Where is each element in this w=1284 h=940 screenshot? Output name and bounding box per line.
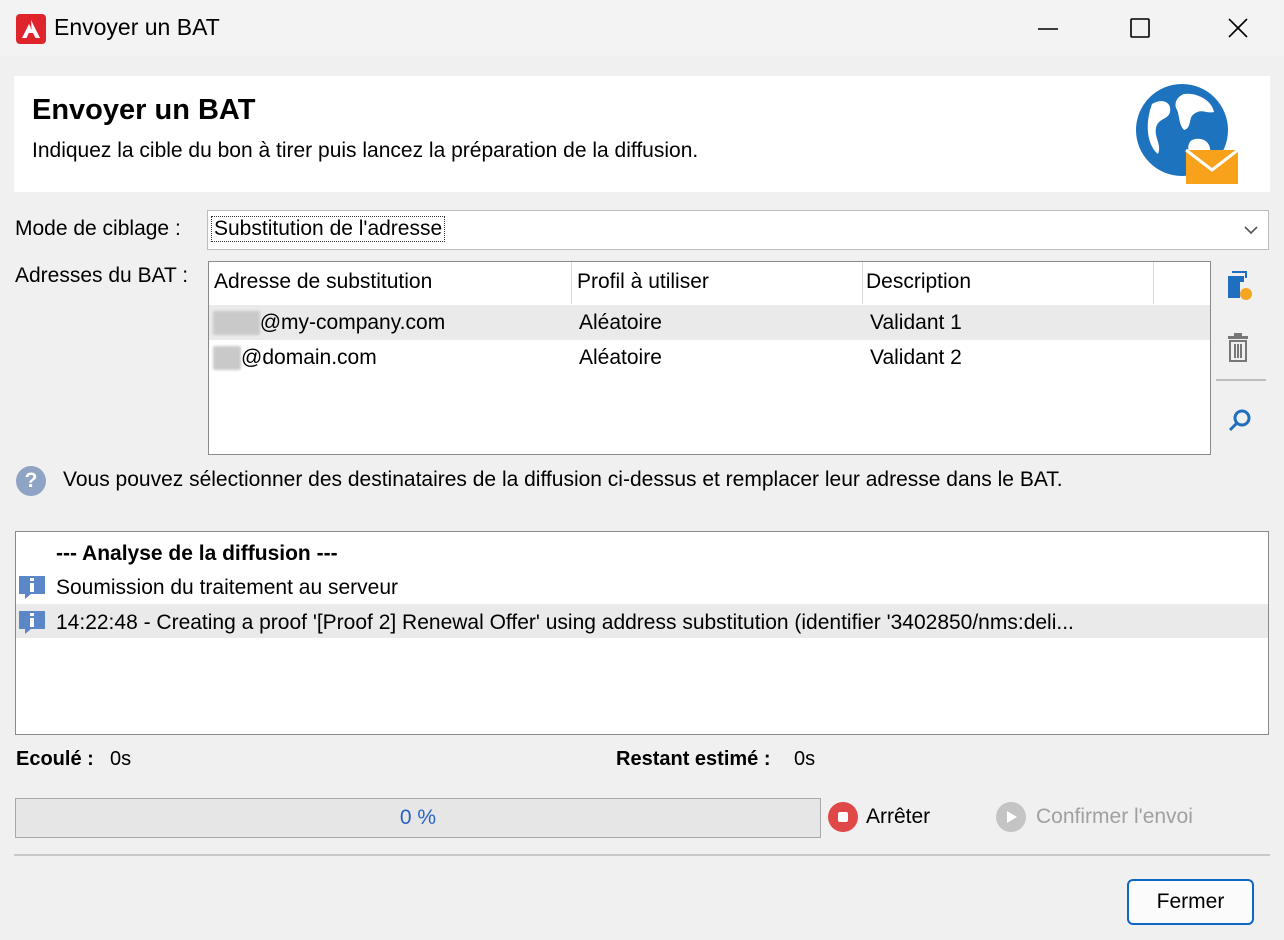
table-cell-address[interactable]: joe@domain.com — [213, 346, 377, 370]
column-header-description[interactable]: Description — [866, 270, 971, 294]
address-domain: @my-company.com — [259, 311, 446, 334]
add-recipient-icon[interactable] — [1222, 268, 1258, 304]
window-title: Envoyer un BAT — [54, 14, 220, 40]
dialog-subtitle: Indiquez la cible du bon à tirer puis la… — [32, 139, 699, 162]
close-button[interactable]: Fermer — [1127, 879, 1254, 925]
toolbar-divider — [1216, 379, 1266, 381]
table-cell-profile[interactable]: Aléatoire — [579, 311, 662, 335]
table-cell-profile[interactable]: Aléatoire — [579, 346, 662, 370]
chevron-down-icon[interactable] — [1238, 218, 1264, 242]
confirm-send-label: Confirmer l'envoi — [1036, 805, 1193, 828]
log-line: Soumission du traitement au serveur — [56, 576, 398, 599]
footer-divider — [14, 854, 1270, 856]
progress-text: 0 % — [399, 806, 437, 829]
play-icon — [996, 802, 1026, 832]
minimize-button[interactable] — [1020, 10, 1076, 46]
table-cell-address[interactable]: anna@my-company.com — [213, 311, 445, 335]
table-cell-description[interactable]: Validant 2 — [870, 346, 962, 370]
table-cell-description[interactable]: Validant 1 — [870, 311, 962, 335]
column-divider[interactable] — [862, 262, 863, 304]
address-domain: @domain.com — [241, 346, 377, 369]
elapsed-label: Ecoulé : — [16, 748, 94, 770]
remaining-label: Restant estimé : — [616, 748, 771, 770]
close-window-button[interactable] — [1210, 10, 1266, 46]
column-divider[interactable] — [1153, 262, 1154, 304]
proof-addresses-label: Adresses du BAT : — [15, 264, 189, 287]
stop-button-label: Arrêter — [866, 805, 931, 828]
stop-icon — [828, 802, 858, 832]
help-icon: ? — [16, 466, 46, 496]
stop-button[interactable]: Arrêter — [828, 802, 930, 832]
info-icon — [17, 609, 47, 635]
confirm-send-button[interactable]: Confirmer l'envoi — [996, 802, 1193, 832]
maximize-button[interactable] — [1112, 10, 1168, 46]
column-header-substitution-address[interactable]: Adresse de substitution — [214, 270, 432, 294]
targeting-mode-value: Substitution de l'adresse — [211, 216, 446, 242]
dialog-title: Envoyer un BAT — [32, 94, 256, 126]
column-header-profile[interactable]: Profil à utiliser — [577, 270, 709, 294]
globe-mail-icon — [1132, 84, 1242, 188]
help-text: Vous pouvez sélectionner des destinatair… — [63, 468, 1063, 491]
column-divider[interactable] — [571, 262, 572, 304]
log-heading: --- Analyse de la diffusion --- — [56, 542, 338, 565]
log-line: 14:22:48 - Creating a proof '[Proof 2] R… — [56, 611, 1074, 634]
adobe-app-icon — [16, 14, 46, 44]
info-icon — [17, 574, 47, 600]
targeting-mode-label: Mode de ciblage : — [15, 217, 181, 240]
elapsed-value: 0s — [110, 748, 132, 770]
search-icon[interactable] — [1222, 404, 1258, 440]
blurred-username: anna — [213, 311, 260, 335]
blurred-username: joe — [213, 346, 242, 370]
remaining-value: 0s — [794, 748, 816, 770]
close-button-label: Fermer — [1156, 890, 1225, 913]
trash-icon[interactable] — [1222, 330, 1258, 366]
